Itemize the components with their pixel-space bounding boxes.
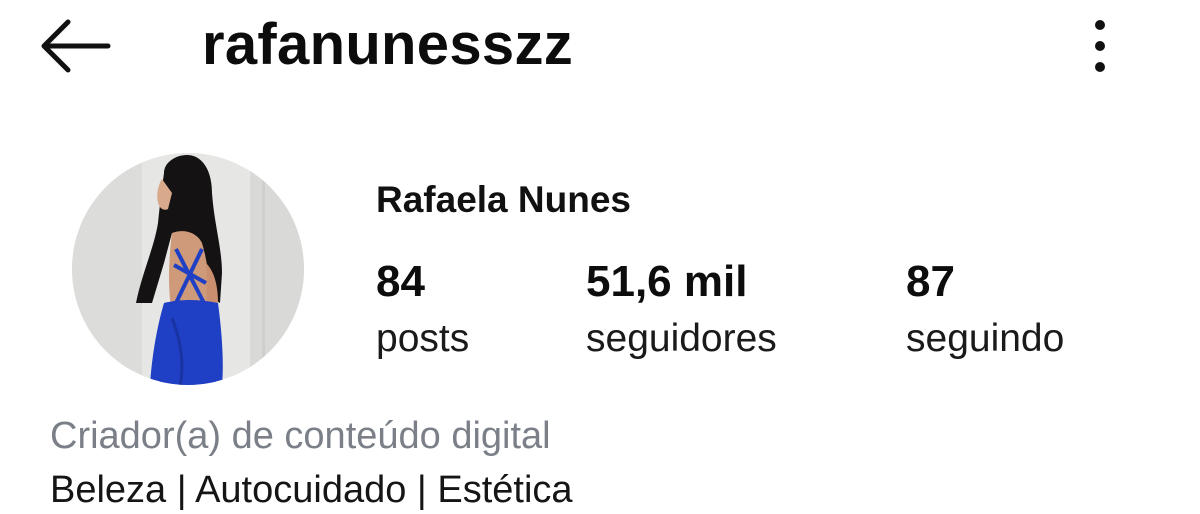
- profile-category: Criador(a) de conteúdo digital: [50, 415, 551, 457]
- following-count: 87: [906, 257, 955, 306]
- arrow-left-icon: [41, 19, 111, 73]
- followers-label: seguidores: [586, 317, 777, 360]
- followers-count: 51,6 mil: [586, 257, 748, 306]
- avatar-photo: [72, 153, 304, 385]
- posts-stat[interactable]: 84 posts: [376, 254, 469, 368]
- more-vertical-icon: [1095, 20, 1105, 72]
- posts-count: 84: [376, 257, 425, 306]
- profile-avatar[interactable]: [72, 153, 304, 385]
- profile-username: rafanunesszz: [202, 12, 574, 77]
- profile-display-name: Rafaela Nunes: [376, 179, 631, 220]
- more-options-button[interactable]: [1078, 14, 1122, 78]
- following-stat[interactable]: 87 seguindo: [906, 254, 1064, 368]
- following-label: seguindo: [906, 317, 1065, 360]
- profile-bio: Beleza | Autocuidado | Estética: [50, 469, 573, 511]
- posts-label: posts: [376, 317, 470, 360]
- followers-stat[interactable]: 51,6 mil seguidores: [586, 254, 777, 368]
- back-button[interactable]: [36, 14, 116, 78]
- top-bar: rafanunesszz: [0, 0, 1200, 100]
